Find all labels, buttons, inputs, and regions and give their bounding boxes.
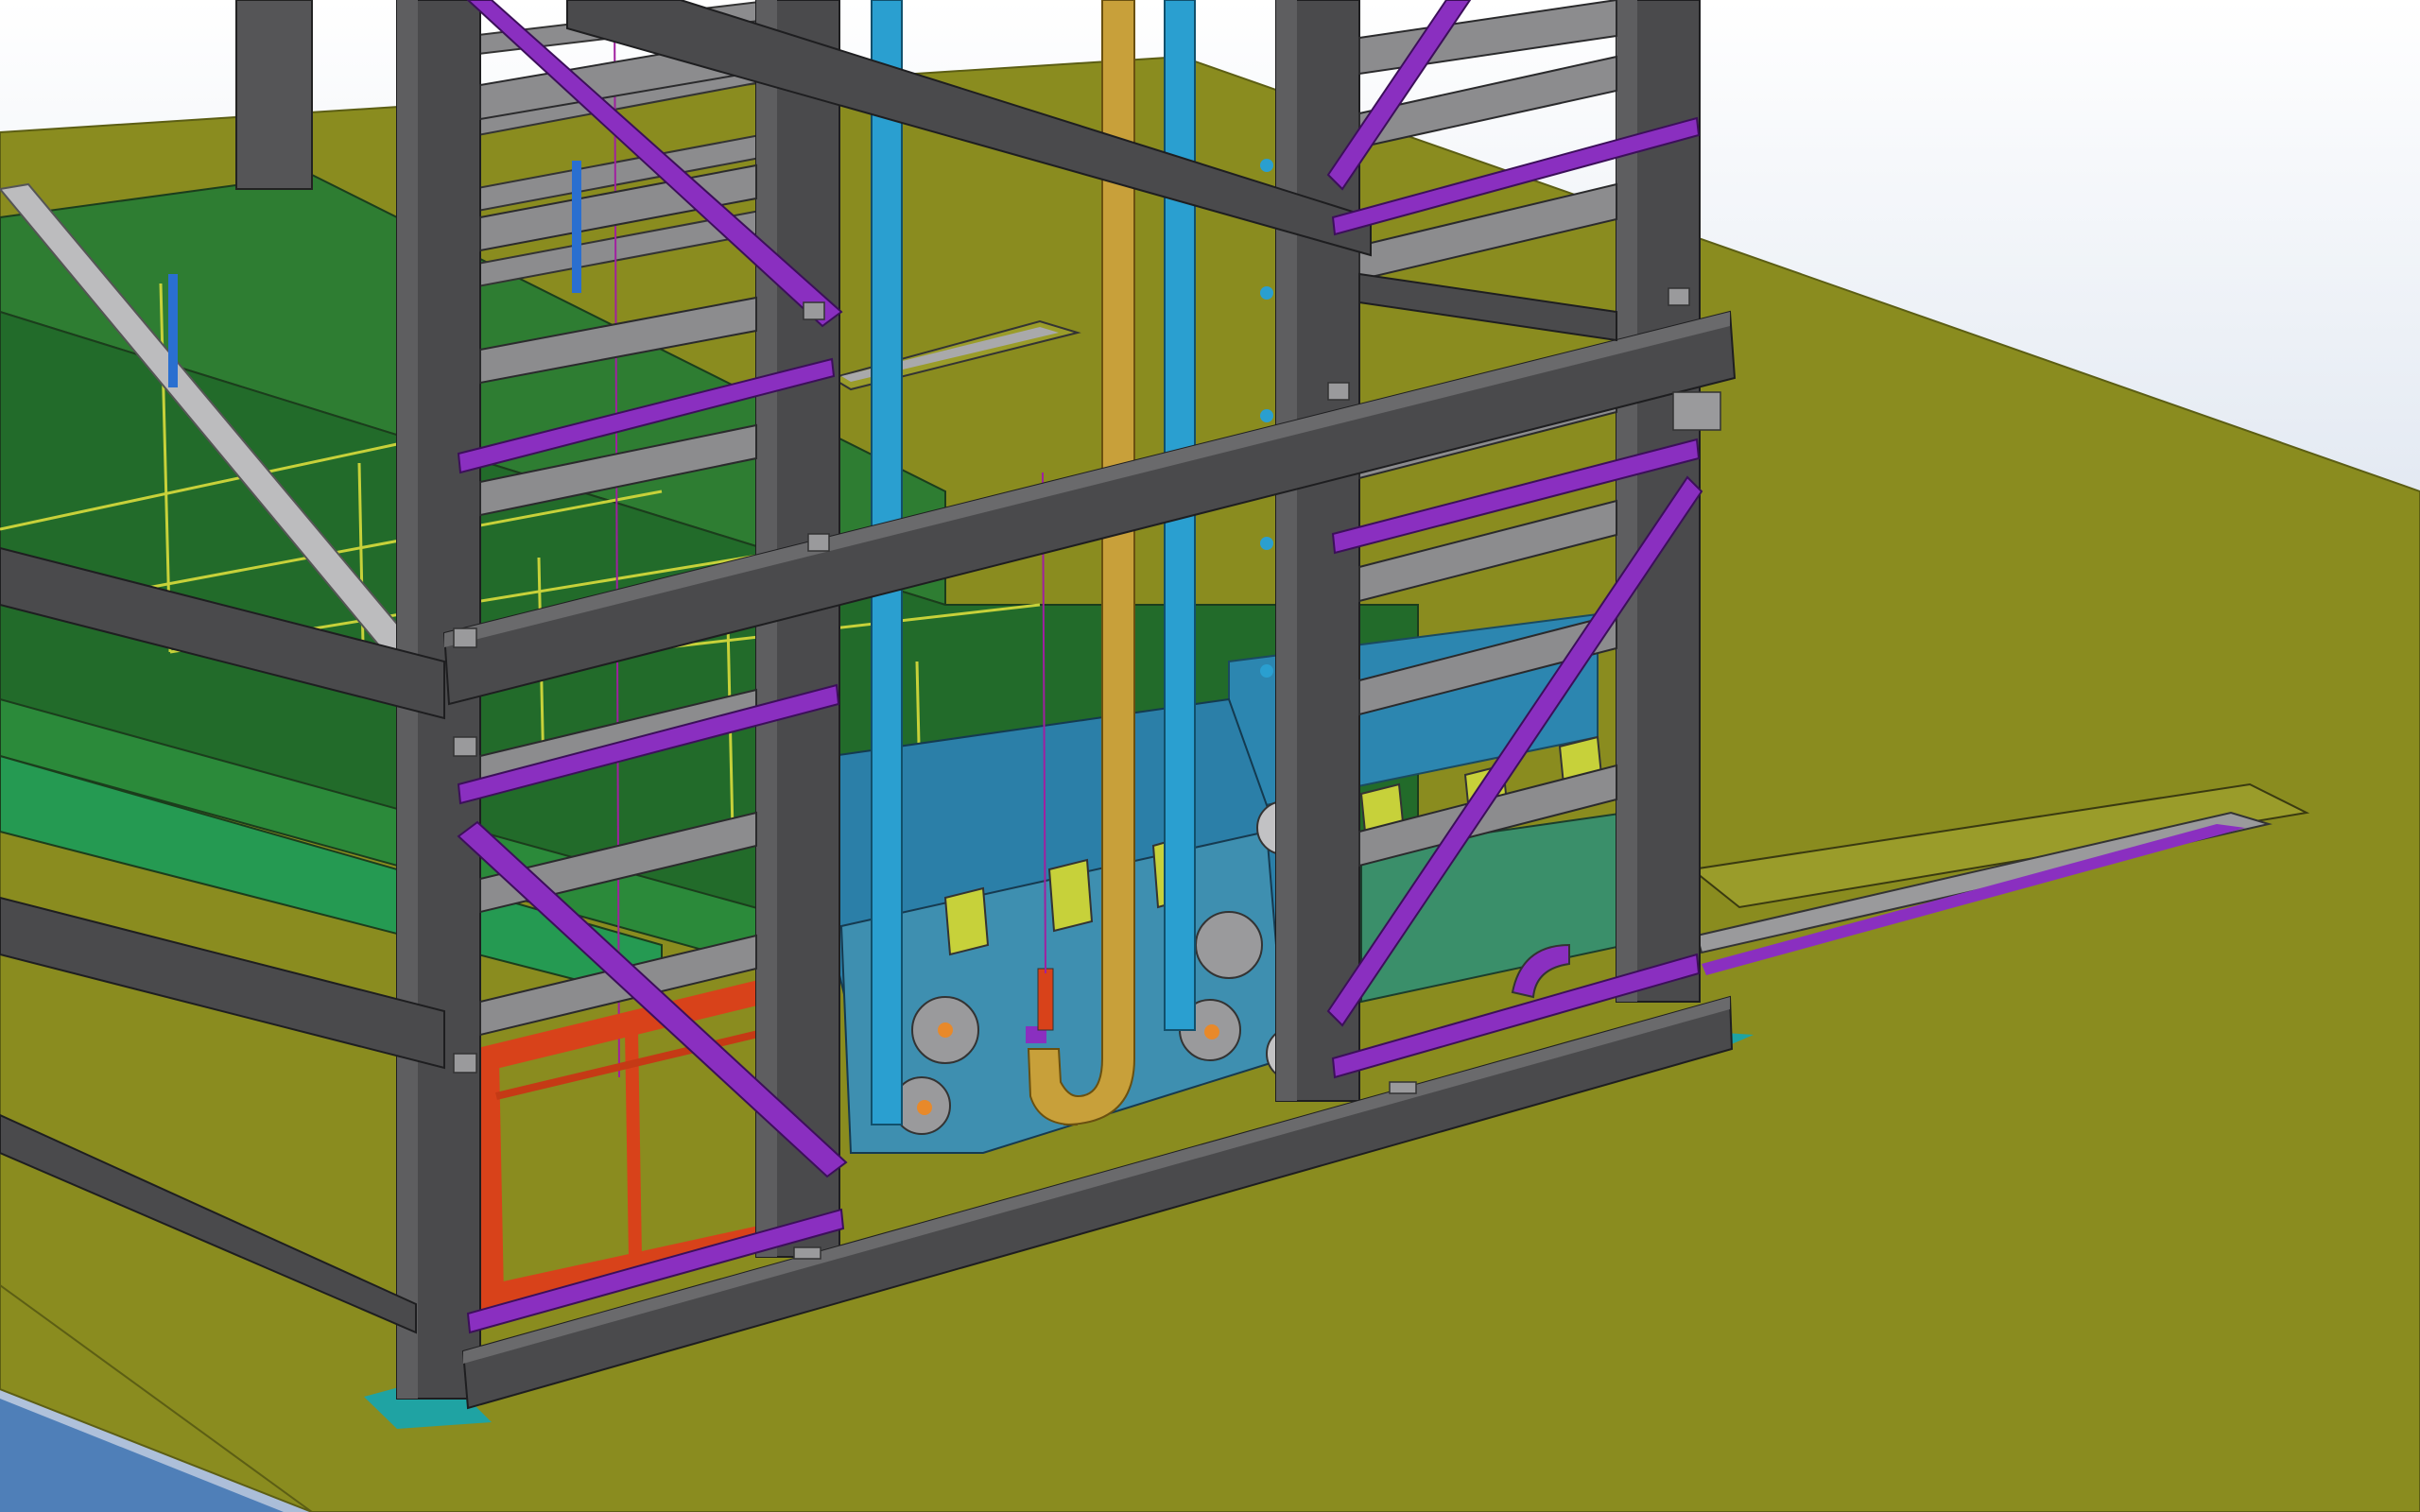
- rear-post-left: [235, 0, 313, 190]
- cad-3d-viewport[interactable]: [0, 0, 2420, 1512]
- red-tensioner: [1037, 968, 1054, 1031]
- sprocket-3: [1195, 911, 1263, 979]
- tank-marker-2: [572, 161, 581, 293]
- tank-marker-1: [168, 274, 178, 387]
- cad-scene[interactable]: [0, 0, 2420, 1512]
